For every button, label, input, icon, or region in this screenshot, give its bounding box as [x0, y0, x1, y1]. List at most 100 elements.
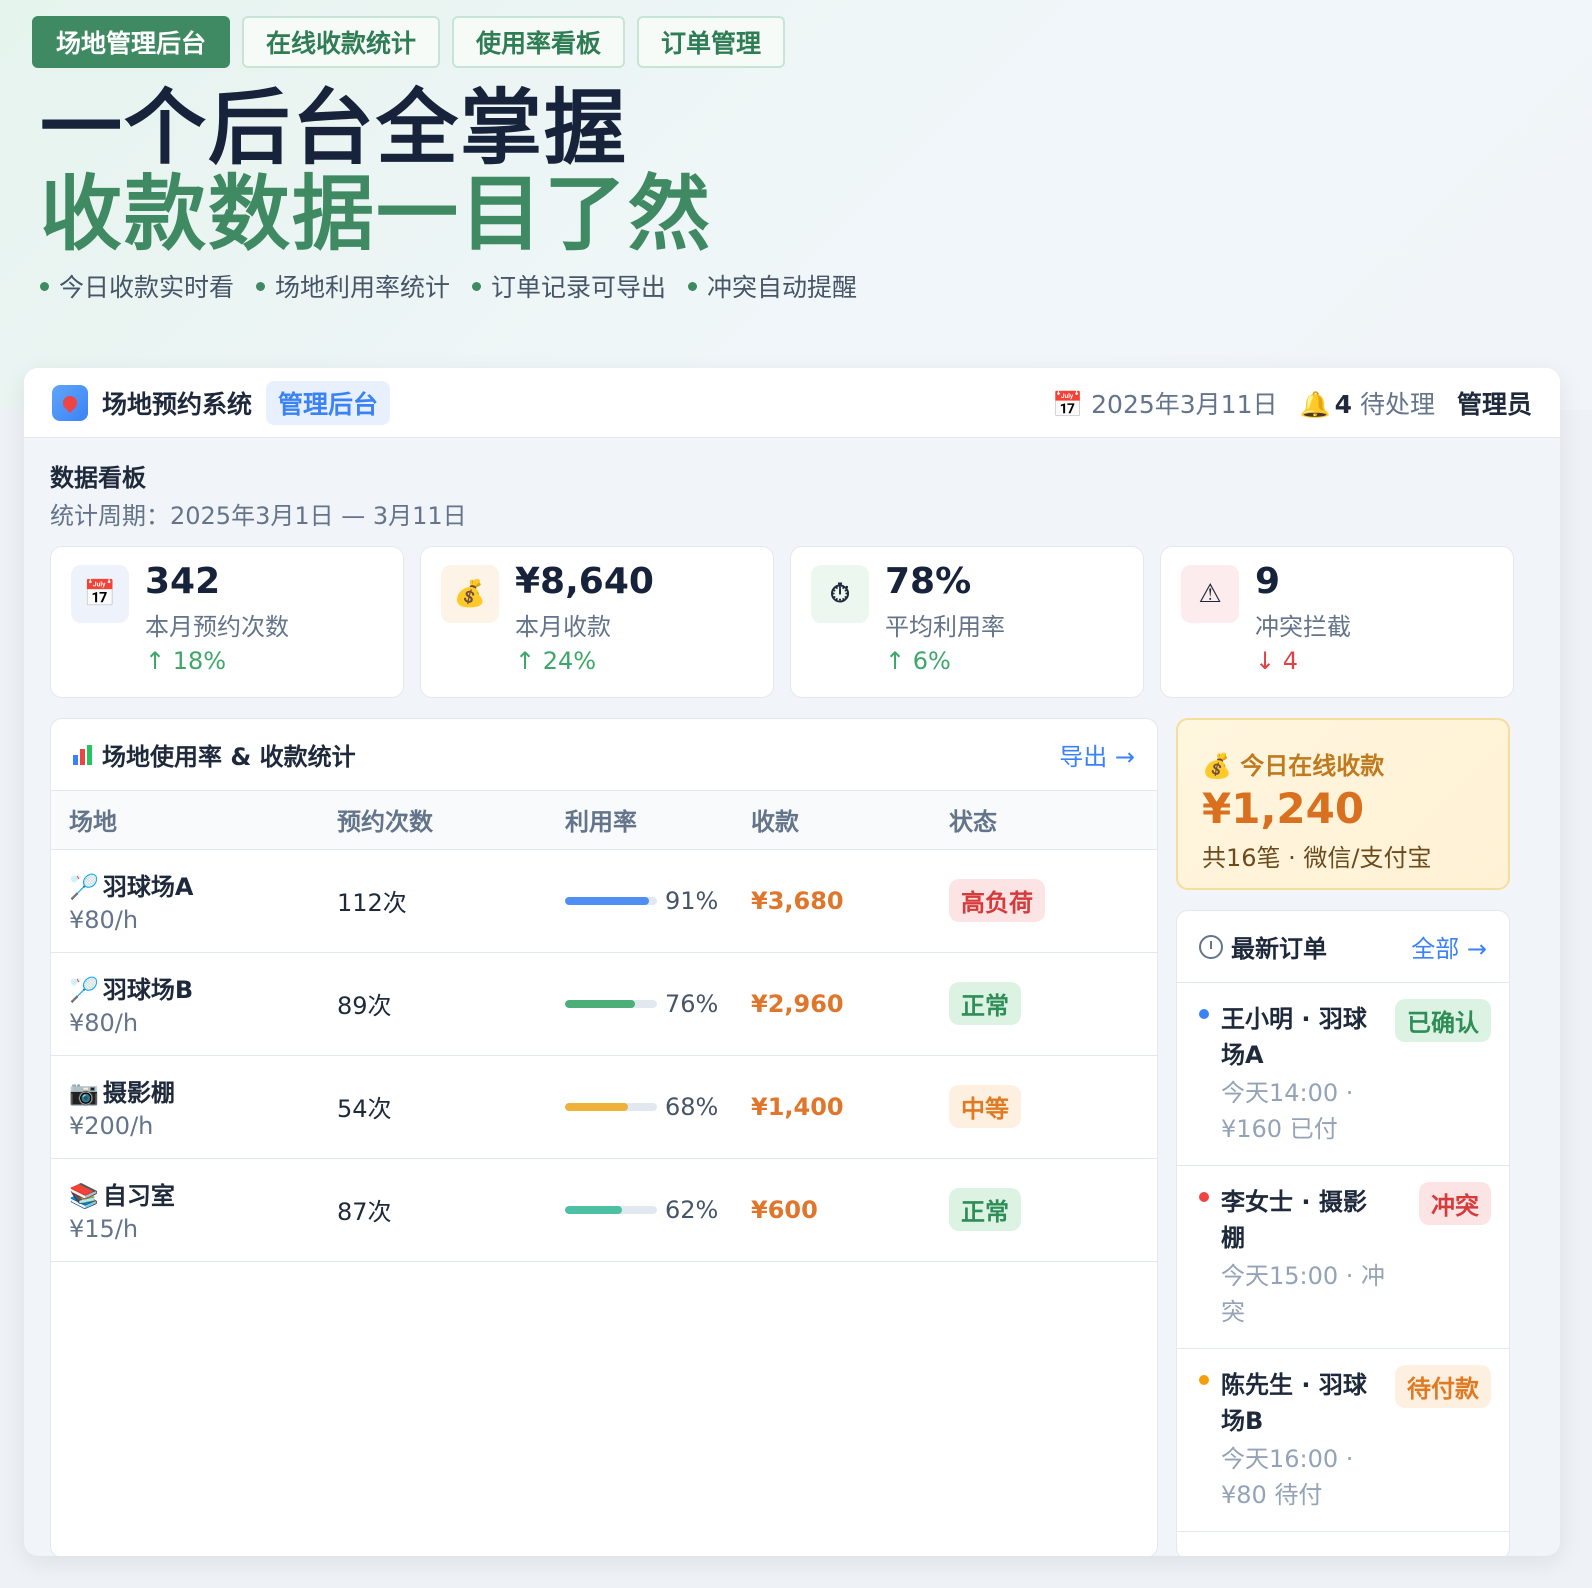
utilization-cell: 91% [565, 849, 751, 953]
order-name: 李女士 · 摄影棚 [1221, 1188, 1367, 1252]
tab-venue-admin[interactable]: 场地管理后台 [32, 16, 231, 68]
venue-name: 羽球场A [102, 873, 194, 901]
income-title: 💰 今日在线收款 [1202, 752, 1385, 780]
venue-price: ¥80/h [69, 1009, 139, 1037]
order-status-badge: 待付款 [1395, 1365, 1491, 1408]
venue-icon: 🏸 [69, 873, 99, 901]
status-badge: 正常 [949, 1188, 1021, 1231]
table-title: 场地使用率 & 收款统计 [102, 743, 356, 771]
order-item[interactable]: 李女士 · 摄影棚 今天15:00 · 冲突 冲突 [1177, 1166, 1509, 1349]
admin-window: 场地预约系统 管理后台 📅 2025年3月11日 🔔 4 待处理 管理员 数据看板… [24, 368, 1560, 1556]
column-header[interactable]: 利用率 [565, 791, 751, 850]
venue-price: ¥200/h [69, 1112, 154, 1140]
status-dot-icon [1199, 1009, 1209, 1019]
stopwatch-icon: ⏱ [811, 565, 869, 623]
stat-card-utilization: ⏱ 78% 平均利用率 ↑ 6% [790, 546, 1144, 698]
bullet-icon [472, 281, 482, 291]
stat-change: ↓ 4 [1255, 647, 1299, 675]
venue-name: 摄影棚 [102, 1079, 175, 1107]
column-header[interactable]: 收款 [751, 791, 949, 850]
booking-count: 87次 [337, 1158, 565, 1262]
venue-cell: 📚 自习室 ¥15/h [51, 1158, 337, 1262]
feature-item: 订单记录可导出 [472, 268, 666, 304]
utilization-bar [565, 999, 657, 1008]
headline-line-2: 收款数据一目了然 [40, 167, 713, 262]
tab-order-management[interactable]: 订单管理 [637, 16, 786, 68]
bullet-icon [688, 281, 698, 291]
venue-icon: 🏸 [69, 976, 99, 1004]
top-bar: 场地预约系统 管理后台 📅 2025年3月11日 🔔 4 待处理 管理员 [24, 368, 1560, 438]
money-bag-icon: 💰 [441, 565, 499, 623]
stat-change: ↑ 6% [885, 647, 951, 675]
stat-change: ↑ 24% [515, 647, 597, 675]
stat-change: ↑ 18% [145, 647, 227, 675]
location-pin-icon [52, 384, 88, 421]
feature-list: 今日收款实时看 场地利用率统计 订单记录可导出 冲突自动提醒 [40, 268, 857, 304]
table-row[interactable]: 📷 摄影棚 ¥200/h 54次 68% ¥1,400 中等 [51, 1055, 1157, 1159]
status-badge: 正常 [949, 982, 1021, 1025]
export-link[interactable]: 导出 → [1059, 737, 1135, 772]
hero-banner: 场地管理后台 在线收款统计 使用率看板 订单管理 一个后台全掌握 收款数据一目了… [0, 0, 1592, 410]
column-header[interactable]: 场地 [51, 791, 337, 850]
clock-icon [1199, 934, 1223, 959]
bullet-icon [40, 281, 49, 291]
utilization-bar [565, 896, 657, 905]
app-name: 场地预约系统 [102, 389, 253, 419]
venue-name: 羽球场B [102, 976, 194, 1004]
table-row[interactable]: 📚 自习室 ¥15/h 87次 62% ¥600 正常 [51, 1158, 1157, 1262]
stat-label: 平均利用率 [885, 613, 1005, 641]
booking-count: 112次 [337, 849, 565, 953]
status-badge: 高负荷 [949, 879, 1045, 922]
column-header[interactable]: 状态 [949, 791, 1157, 850]
stat-label: 冲突拦截 [1255, 613, 1351, 641]
order-meta: 今天15:00 · 冲突 [1221, 1262, 1386, 1326]
column-header[interactable]: 预约次数 [337, 791, 565, 850]
stat-cards: 📅 342 本月预约次数 ↑ 18% 💰 ¥8,640 本月收款 ↑ 24% ⏱… [50, 546, 1514, 698]
status-dot-icon [1199, 1192, 1209, 1202]
current-date: 📅 2025年3月11日 [1052, 389, 1278, 419]
venue-price: ¥15/h [69, 1215, 139, 1243]
venue-cell: 🏸 羽球场B ¥80/h [51, 952, 337, 1056]
order-name: 王小明 · 羽球场A [1221, 1005, 1367, 1069]
table-row[interactable]: 🏸 羽球场A ¥80/h 112次 91% ¥3,680 高负荷 [51, 849, 1157, 953]
view-all-orders-link[interactable]: 全部 → [1411, 929, 1487, 964]
utilization-cell: 76% [565, 952, 751, 1056]
feature-item: 今日收款实时看 [40, 268, 234, 304]
venue-cell: 📷 摄影棚 ¥200/h [51, 1055, 337, 1159]
revenue-amount: ¥1,400 [751, 1092, 844, 1121]
headline: 一个后台全掌握 收款数据一目了然 [40, 86, 712, 258]
stat-value: ¥8,640 [515, 561, 654, 602]
booking-count: 89次 [337, 952, 565, 1056]
pending-notifications[interactable]: 🔔 4 待处理 [1299, 385, 1435, 421]
table-row[interactable]: 🏸 羽球场B ¥80/h 89次 76% ¥2,960 正常 [51, 952, 1157, 1056]
revenue-amount: ¥600 [751, 1195, 818, 1224]
venue-icon: 📚 [69, 1182, 99, 1210]
orders-title: 最新订单 [1231, 935, 1327, 963]
utilization-bar [565, 1205, 657, 1214]
income-value: ¥1,240 [1202, 784, 1365, 833]
feature-item: 场地利用率统计 [256, 268, 450, 304]
venue-table: 场地 预约次数 利用率 收款 状态 🏸 羽球场A ¥80/h 112次 91% ¥3,68… [51, 791, 1157, 1262]
bar-chart-icon [73, 744, 92, 765]
revenue-amount: ¥2,960 [751, 989, 844, 1018]
venue-price: ¥80/h [69, 906, 139, 934]
order-meta: 今天16:00 · ¥80 待付 [1221, 1445, 1354, 1509]
order-item[interactable]: 陈先生 · 羽球场B 今天16:00 · ¥80 待付 待付款 [1177, 1349, 1509, 1532]
stat-card-revenue: 💰 ¥8,640 本月收款 ↑ 24% [420, 546, 774, 698]
order-status-badge: 已确认 [1395, 999, 1491, 1042]
utilization-cell: 68% [565, 1055, 751, 1159]
order-name: 陈先生 · 羽球场B [1221, 1371, 1367, 1435]
order-meta: 今天14:00 · ¥160 已付 [1221, 1079, 1354, 1143]
order-item[interactable]: 王小明 · 羽球场A 今天14:00 · ¥160 已付 已确认 [1177, 983, 1509, 1166]
admin-user-menu[interactable]: 管理员 [1457, 385, 1532, 421]
tab-usage-board[interactable]: 使用率看板 [452, 16, 626, 68]
utilization-pct: 91% [665, 886, 719, 915]
utilization-pct: 76% [665, 989, 719, 1018]
headline-line-1: 一个后台全掌握 [40, 81, 629, 176]
tab-online-payment[interactable]: 在线收款统计 [242, 16, 441, 68]
status-badge: 中等 [949, 1085, 1021, 1128]
dashboard-title: 数据看板 [50, 464, 146, 492]
stat-value: 9 [1255, 561, 1281, 602]
venue-icon: 📷 [69, 1079, 99, 1107]
admin-badge: 管理后台 [266, 380, 391, 425]
